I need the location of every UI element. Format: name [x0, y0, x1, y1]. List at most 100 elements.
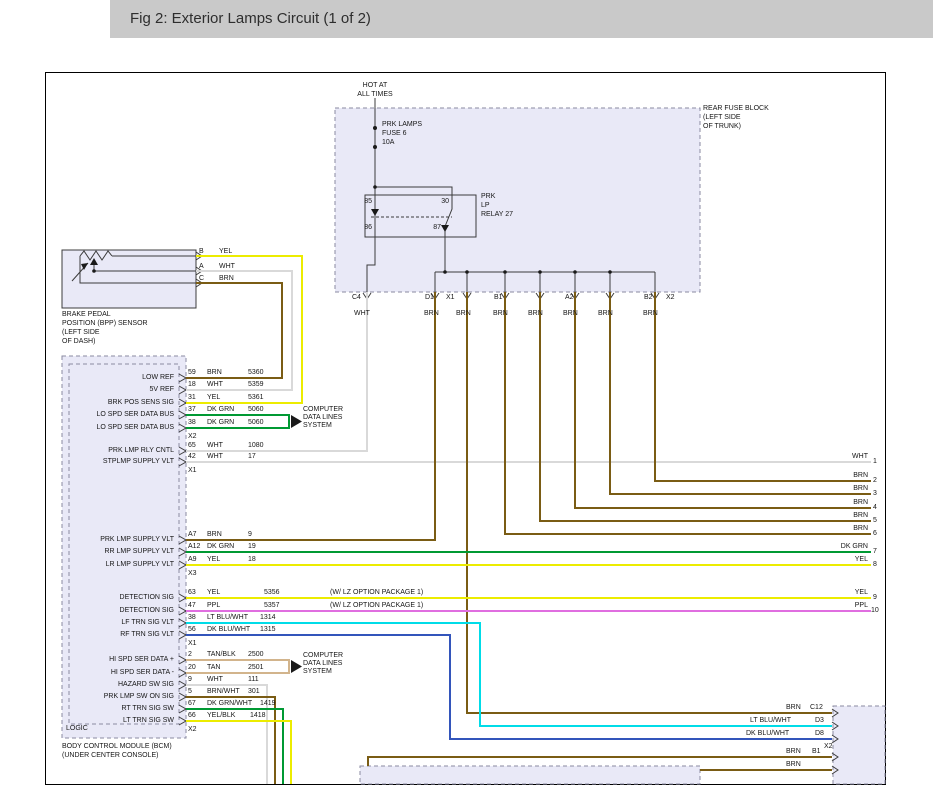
computer-label-1: DATA LINES — [303, 414, 342, 422]
fuse-block-name-2: (LEFT SIDE — [703, 114, 741, 122]
wire-color-label: BRN — [810, 525, 868, 533]
bcm-pin-function: HAZARD SW SIG — [66, 681, 174, 689]
bcm-pin-function: PRK LMP SW ON SIG — [66, 693, 174, 701]
fuse-block-name-3: OF TRUNK) — [703, 123, 741, 131]
wire-color-label: BRN — [456, 310, 471, 318]
relay-pin-30: 30 — [433, 198, 449, 206]
wire-brnwht-301 — [186, 697, 275, 784]
bcm-pin-number: 20 — [188, 664, 196, 672]
bcm-pin-function: DETECTION SIG — [66, 594, 174, 602]
wire-color-label: DK GRN/WHT — [207, 700, 252, 708]
wire-color-label: DK GRN — [207, 543, 234, 551]
bcm-logic-label: LOGIC — [66, 725, 88, 733]
fuse-id: FUSE 6 — [382, 130, 407, 138]
circuit-number: 2500 — [248, 651, 264, 659]
bcm-pin-function: LO SPD SER DATA BUS — [66, 411, 174, 419]
bcm-name-2: (UNDER CENTER CONSOLE) — [62, 752, 158, 760]
circuit-number: 17 — [248, 453, 256, 461]
bcm-pin-function: RT TRN SIG SW — [66, 705, 174, 713]
wire-color-label: WHT — [354, 310, 370, 318]
bcm-connector-label: X1 — [188, 467, 197, 475]
connector-pin-b2: B2 — [644, 294, 653, 302]
wire-end-number: 8 — [873, 561, 877, 569]
wire-color-label: DK BLU/WHT — [207, 626, 250, 634]
connector-pin-b1: B1 — [812, 748, 821, 756]
wire-color-label: DK GRN — [810, 543, 868, 551]
bcm-pin-function: PRK LMP RLY CNTL — [66, 447, 174, 455]
connector-pin-d8: D8 — [815, 730, 824, 738]
wire-color-label: TAN/BLK — [207, 651, 236, 659]
computer-label-1: COMPUTER — [303, 406, 343, 414]
bcm-pin-function: HI SPD SER DATA + — [66, 656, 174, 664]
wire-color-label: BRN — [493, 310, 508, 318]
wire-color-label: BRN — [786, 704, 801, 712]
circuit-number: 1315 — [260, 626, 276, 634]
wire-color-label: BRN — [810, 485, 868, 493]
circuit-number: 1419 — [260, 700, 276, 708]
bcm-pin-function: PRK LMP SUPPLY VLT — [66, 536, 174, 544]
wire-brn-6 — [505, 292, 871, 534]
bcm-pin-number: 31 — [188, 394, 196, 402]
wire-color-label: BRN — [207, 369, 222, 377]
relay-name-2: LP — [481, 202, 490, 210]
bcm-pin-number: 9 — [188, 676, 192, 684]
bcm-name-1: BODY CONTROL MODULE (BCM) — [62, 743, 172, 751]
wire-color-label: YEL — [219, 248, 232, 256]
bcm-connector-label: X3 — [188, 570, 197, 578]
fuse-terminal-bottom — [373, 145, 377, 149]
wire-brn-5360 — [186, 283, 282, 378]
wire-color-label: WHT — [207, 676, 223, 684]
circuit-number: 1314 — [260, 614, 276, 622]
bcm-pin-number: 38 — [188, 614, 196, 622]
bcm-pin-function: RR LMP SUPPLY VLT — [66, 548, 174, 556]
wiper-junction-dot — [92, 269, 96, 273]
bcm-pin-function: LR LMP SUPPLY VLT — [66, 561, 174, 569]
computer-label-2: DATA LINES — [303, 660, 342, 668]
connector-pin-d3: D3 — [815, 717, 824, 725]
wire-color-label: YEL — [207, 556, 220, 564]
wire-end-number: 1 — [873, 458, 877, 466]
circuit-number: 18 — [248, 556, 256, 564]
circuit-number: 301 — [248, 688, 260, 696]
circuit-number: 5361 — [248, 394, 264, 402]
wire-color-label: WHT — [810, 453, 868, 461]
connector-x2-label: X2 — [824, 743, 833, 751]
wire-brn-3 — [610, 292, 871, 494]
wire-color-label: BRN — [810, 512, 868, 520]
bcm-pin-number: 56 — [188, 626, 196, 634]
circuit-number: 5060 — [248, 419, 264, 427]
wire-color-label: WHT — [207, 381, 223, 389]
relay-name-1: PRK — [481, 193, 495, 201]
wire-end-number: 2 — [873, 477, 877, 485]
wire-end-number: 3 — [873, 490, 877, 498]
circuit-number: 5357 — [264, 602, 280, 610]
computer-label-1: SYSTEM — [303, 422, 332, 430]
wire-color-label: BRN — [424, 310, 439, 318]
connector-x1: X1 — [446, 294, 455, 302]
bcm-pin-number: 67 — [188, 700, 196, 708]
wire-end-number: 10 — [871, 607, 879, 615]
bcm-connector-label: X2 — [188, 433, 197, 441]
circuit-number: 5360 — [248, 369, 264, 377]
junction-dot — [373, 185, 377, 189]
connector-x2: X2 — [666, 294, 675, 302]
circuit-number: 9 — [248, 531, 252, 539]
wire-color-label: WHT — [207, 453, 223, 461]
wire-color-label: BRN — [786, 761, 801, 769]
sensor-name-4: OF DASH) — [62, 338, 95, 346]
option-note: (W/ LZ OPTION PACKAGE 1) — [330, 589, 423, 597]
relay-pin-85: 85 — [356, 198, 372, 206]
circuit-number: 19 — [248, 543, 256, 551]
relay-pin-87: 87 — [425, 224, 441, 232]
data-lines-arrow-2 — [291, 660, 302, 673]
circuit-number: 5060 — [248, 406, 264, 414]
bcm-pin-number: 18 — [188, 381, 196, 389]
wire-color-label: YEL/BLK — [207, 712, 235, 720]
data-lines-arrow-1 — [291, 415, 302, 428]
relay-pin-86: 86 — [356, 224, 372, 232]
bcm-pin-number: A12 — [188, 543, 200, 551]
bcm-pin-number: 37 — [188, 406, 196, 414]
bcm-pin-function: LT TRN SIG SW — [66, 717, 174, 725]
bpp-sensor-box — [62, 250, 196, 308]
bottom-component-box — [360, 766, 700, 784]
